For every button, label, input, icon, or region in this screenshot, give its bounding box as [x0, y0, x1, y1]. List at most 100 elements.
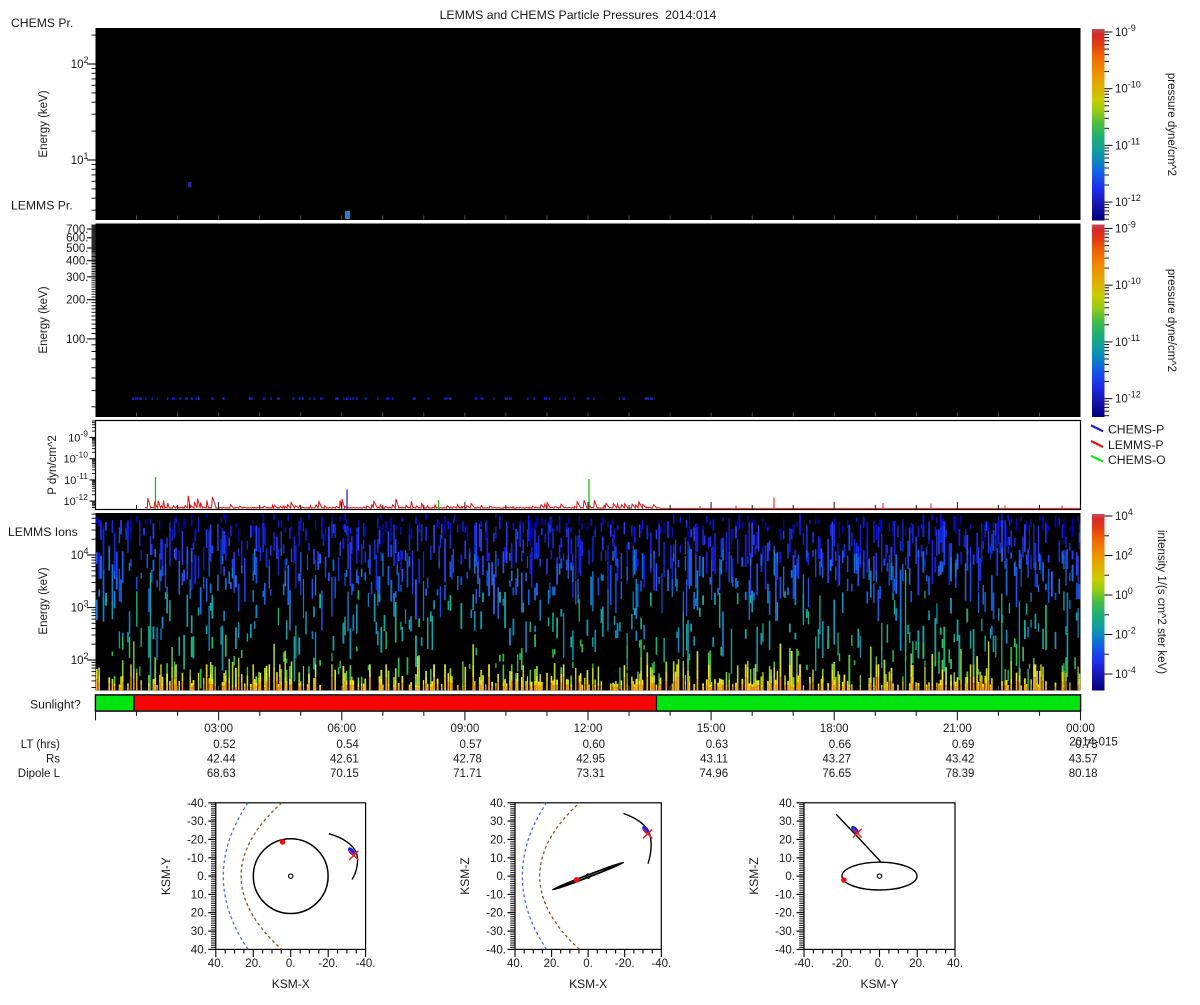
svg-text:-40.: -40. [356, 958, 376, 970]
svg-text:78.39: 78.39 [946, 768, 975, 780]
svg-text:0.63: 0.63 [706, 739, 728, 751]
svg-text:-40.: -40. [187, 798, 207, 810]
svg-text:10.: 10. [490, 853, 506, 865]
svg-text:Dipole L: Dipole L [18, 768, 61, 780]
svg-text:03:00: 03:00 [204, 723, 233, 735]
svg-text:42.78: 42.78 [453, 754, 482, 766]
svg-text:40.: 40. [507, 958, 523, 970]
svg-text:10.: 10. [779, 853, 795, 865]
svg-text:pressure dyne/cm^2: pressure dyne/cm^2 [1165, 73, 1177, 176]
svg-text:0.: 0. [286, 958, 296, 970]
svg-text:0.54: 0.54 [336, 739, 359, 751]
svg-text:pressure dyne/cm^2: pressure dyne/cm^2 [1165, 269, 1177, 372]
svg-text:-10.: -10. [187, 853, 207, 865]
svg-text:LEMMS and CHEMS Particle Press: LEMMS and CHEMS Particle Pressures 2014:… [440, 8, 717, 22]
svg-text:20.: 20. [544, 958, 560, 970]
svg-text:40.: 40. [490, 798, 506, 810]
svg-text:-20.: -20. [775, 908, 795, 920]
svg-text:71.71: 71.71 [453, 768, 482, 780]
svg-text:20.: 20. [779, 834, 795, 846]
svg-text:43.57: 43.57 [1069, 754, 1098, 766]
svg-text:80.18: 80.18 [1069, 768, 1098, 780]
svg-text:76.65: 76.65 [822, 768, 851, 780]
svg-text:21:00: 21:00 [943, 723, 972, 735]
svg-text:0.60: 0.60 [583, 739, 605, 751]
svg-text:0.: 0. [875, 958, 885, 970]
svg-text:KSM-Y: KSM-Y [159, 857, 173, 895]
svg-text:0.: 0. [785, 871, 795, 883]
svg-text:-20.: -20. [832, 958, 852, 970]
svg-text:20.: 20. [909, 958, 925, 970]
svg-text:-10.: -10. [486, 889, 506, 901]
svg-text:43.11: 43.11 [700, 754, 728, 766]
svg-text:12:00: 12:00 [574, 723, 603, 735]
svg-text:30.: 30. [191, 926, 207, 938]
svg-text:CHEMS-P: CHEMS-P [1108, 423, 1164, 437]
svg-text:18:00: 18:00 [820, 723, 849, 735]
svg-text:Rs: Rs [46, 754, 60, 766]
svg-text:42.61: 42.61 [330, 754, 359, 766]
svg-text:10.: 10. [191, 889, 207, 901]
svg-text:30.: 30. [490, 816, 506, 828]
svg-text:0.57: 0.57 [460, 739, 482, 751]
svg-text:CHEMS-O: CHEMS-O [1108, 453, 1166, 467]
svg-text:0.: 0. [496, 871, 506, 883]
svg-text:0.52: 0.52 [213, 739, 235, 751]
svg-text:-30.: -30. [486, 926, 506, 938]
svg-text:200.: 200. [66, 295, 88, 307]
svg-text:KSM-Z: KSM-Z [458, 857, 472, 894]
svg-text:Energy (keV): Energy (keV) [38, 286, 50, 353]
svg-text:KSM-X: KSM-X [272, 977, 310, 991]
svg-text:500.: 500. [66, 243, 88, 255]
svg-text:P dyn/cm^2: P dyn/cm^2 [47, 435, 59, 495]
svg-text:09:00: 09:00 [451, 723, 480, 735]
svg-text:KSM-Y: KSM-Y [860, 977, 898, 991]
svg-text:LEMMS-P: LEMMS-P [1108, 438, 1164, 452]
svg-text:-40.: -40. [794, 958, 814, 970]
svg-text:42.44: 42.44 [207, 754, 236, 766]
svg-text:20.: 20. [191, 908, 207, 920]
svg-text:700.: 700. [66, 224, 88, 236]
svg-text:CHEMS Pr.: CHEMS Pr. [11, 16, 73, 30]
svg-text:15:00: 15:00 [697, 723, 726, 735]
svg-text:0.: 0. [583, 958, 593, 970]
svg-text:KSM-X: KSM-X [569, 977, 607, 991]
svg-text:-40.: -40. [651, 958, 671, 970]
svg-text:-30.: -30. [775, 926, 795, 938]
svg-text:-40.: -40. [486, 944, 506, 956]
svg-text:30.: 30. [779, 816, 795, 828]
svg-text:-20.: -20. [486, 908, 506, 920]
svg-text:40.: 40. [779, 798, 795, 810]
svg-text:300.: 300. [66, 272, 88, 284]
svg-text:68.63: 68.63 [207, 768, 236, 780]
svg-text:73.31: 73.31 [576, 768, 605, 780]
svg-text:-20.: -20. [187, 834, 207, 846]
svg-text:Energy (keV): Energy (keV) [38, 90, 50, 157]
svg-text:20.: 20. [245, 958, 261, 970]
svg-text:Sunlight?: Sunlight? [30, 698, 81, 712]
svg-text:-40.: -40. [775, 944, 795, 956]
svg-text:100.: 100. [66, 334, 88, 346]
svg-text:0.66: 0.66 [829, 739, 851, 751]
svg-text:00:00: 00:00 [1066, 723, 1095, 735]
svg-text:LEMMS Pr.: LEMMS Pr. [11, 199, 73, 213]
svg-text:74.96: 74.96 [699, 768, 728, 780]
svg-text:43.42: 43.42 [946, 754, 975, 766]
svg-text:-10.: -10. [775, 889, 795, 901]
svg-text:42.95: 42.95 [576, 754, 605, 766]
svg-text:06:00: 06:00 [327, 723, 356, 735]
svg-text:40.: 40. [208, 958, 224, 970]
svg-text:intensity 1/(s cm^2 ster keV): intensity 1/(s cm^2 ster keV) [1155, 530, 1167, 674]
svg-text:KSM-Z: KSM-Z [747, 857, 761, 894]
svg-text:43.27: 43.27 [822, 754, 851, 766]
svg-text:-20.: -20. [318, 958, 338, 970]
svg-text:-30.: -30. [187, 816, 207, 828]
svg-text:LEMMS Ions: LEMMS Ions [8, 525, 78, 539]
svg-text:Energy (keV): Energy (keV) [38, 567, 50, 634]
svg-text:0.: 0. [197, 871, 207, 883]
svg-text:LT (hrs): LT (hrs) [21, 739, 60, 751]
svg-text:20.: 20. [490, 834, 506, 846]
svg-text:40.: 40. [947, 958, 963, 970]
svg-text:2014-015: 2014-015 [1069, 737, 1118, 749]
svg-text:40.: 40. [191, 944, 207, 956]
